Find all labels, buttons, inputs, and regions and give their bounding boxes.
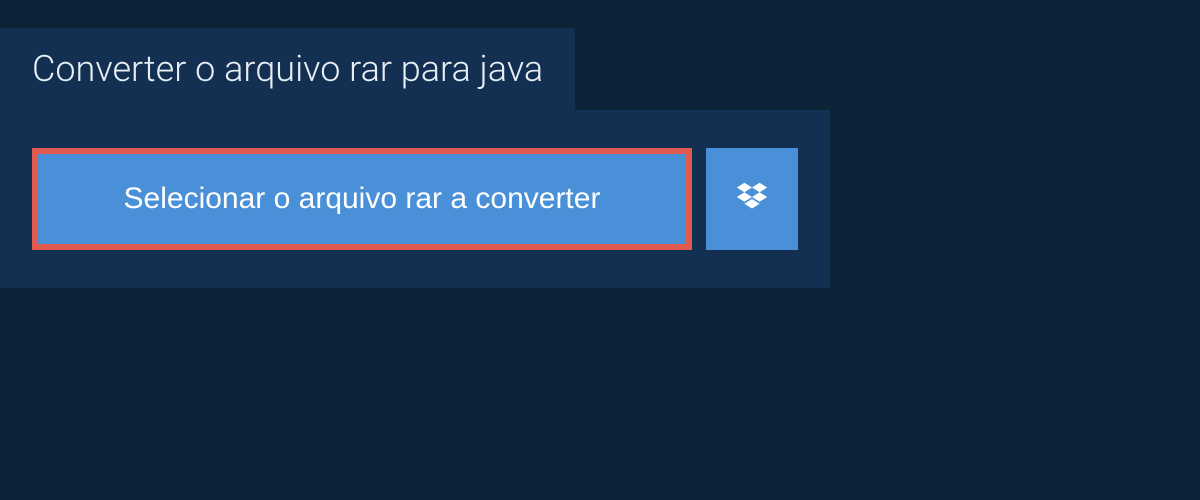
converter-panel: Selecionar o arquivo rar a converter — [0, 110, 830, 288]
button-row: Selecionar o arquivo rar a converter — [32, 148, 798, 250]
select-file-label: Selecionar o arquivo rar a converter — [124, 182, 601, 216]
page-title: Converter o arquivo rar para java — [32, 48, 543, 90]
select-file-button[interactable]: Selecionar o arquivo rar a converter — [32, 148, 692, 250]
dropbox-icon — [733, 179, 771, 220]
header-tab: Converter o arquivo rar para java — [0, 28, 575, 110]
dropbox-button[interactable] — [706, 148, 798, 250]
